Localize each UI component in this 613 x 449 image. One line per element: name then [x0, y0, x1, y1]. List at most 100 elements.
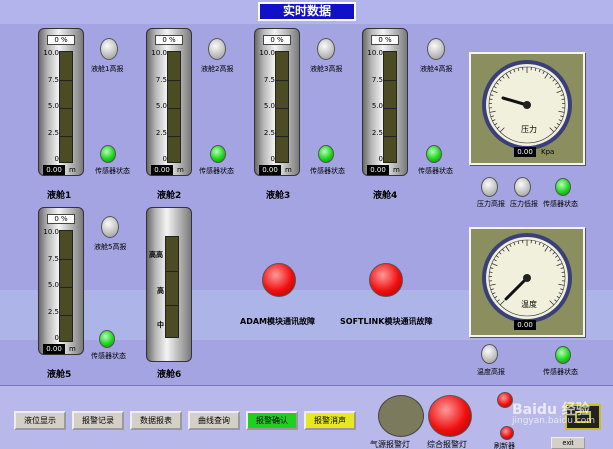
general-alarm-label: 综合报警灯	[427, 440, 467, 449]
watermark-url: jingyan.baidu.com	[512, 416, 596, 426]
temperature-sensor-label: 传感器状态	[543, 368, 578, 376]
scale-tick-label: 10.0	[151, 49, 167, 57]
pressure-readout: 0.00	[514, 147, 536, 157]
level-display-button[interactable]: 液位显示	[14, 411, 66, 430]
tank-5-alarm-label: 液舱5高报	[94, 243, 127, 251]
tank-3-label: 液舱3	[266, 191, 291, 201]
pressure-sensor-label: 传感器状态	[543, 200, 578, 208]
curve-query-button[interactable]: 曲线查询	[188, 411, 240, 430]
tank-2-level-bar	[167, 51, 181, 163]
tank-5-level-bar	[59, 230, 73, 342]
tank-1-scale: 10.0 7.5 5.0 2.5 0	[41, 49, 59, 163]
tank-6-level-channel	[165, 236, 179, 338]
pressure-low-lamp	[514, 177, 531, 197]
air-source-alarm-label: 气源报警灯	[370, 440, 410, 449]
temperature-high-lamp	[481, 344, 498, 364]
tank-6-gauge[interactable]: 高高 高 中	[146, 207, 192, 362]
tank-1-sensor-label: 传感器状态	[95, 167, 130, 175]
tank-5-alarm-lamp	[101, 216, 119, 238]
tank-3-gauge[interactable]: 0 % 10.0 7.5 5.0 2.5 0 0.00 m	[254, 28, 300, 176]
tank-3-level-bar	[275, 51, 289, 163]
scale-tick-label: 5.0	[371, 102, 383, 110]
tank-2-alarm-lamp	[208, 38, 226, 60]
scale-tick-label: 10.0	[43, 228, 59, 236]
tank-5-scale: 10.0 7.5 5.0 2.5 0	[41, 228, 59, 342]
tank-5-gauge[interactable]: 0 % 10.0 7.5 5.0 2.5 0 0.00 m	[38, 207, 84, 355]
scale-tick-label: 5.0	[155, 102, 167, 110]
scale-tick-label: 5.0	[263, 102, 275, 110]
softlink-fault-lamp	[369, 263, 403, 297]
tank-2-gauge[interactable]: 0 % 10.0 7.5 5.0 2.5 0 0.00 m	[146, 28, 192, 176]
refresh-lamp-1	[497, 392, 513, 408]
scale-tick-label: 10.0	[43, 49, 59, 57]
adam-fault-lamp	[262, 263, 296, 297]
tank-1-readout: 0.00	[43, 165, 65, 175]
tank-6-level-hihi: 高高	[149, 251, 163, 259]
tank-2-sensor-label: 传感器状态	[199, 167, 234, 175]
softlink-fault-label: SOFTLINK模块通讯故障	[340, 317, 433, 326]
tank-3-alarm-label: 液舱3高报	[310, 65, 343, 73]
alarm-ack-button[interactable]: 报警确认	[246, 411, 298, 430]
adam-fault-label: ADAM模块通讯故障	[240, 317, 315, 326]
general-alarm-lamp	[428, 395, 472, 437]
pressure-gauge-label: 压力	[521, 125, 537, 134]
tank-1-level-bar	[59, 51, 73, 163]
pressure-high-lamp	[481, 177, 498, 197]
alarm-log-button[interactable]: 报警记录	[72, 411, 124, 430]
tank-6-level-hi: 高	[157, 287, 164, 295]
temperature-high-label: 温度高报	[477, 368, 505, 376]
tank-2-label: 液舱2	[157, 191, 182, 201]
temperature-gauge-label: 温度	[521, 300, 537, 309]
pressure-unit: Kpa	[541, 148, 555, 156]
tank-4-alarm-lamp	[427, 38, 445, 60]
tank-2-readout: 0.00	[151, 165, 173, 175]
exit-button[interactable]: exit	[551, 437, 585, 449]
temperature-sensor-lamp	[555, 346, 571, 364]
scale-tick-label: 7.5	[155, 75, 167, 84]
scale-tick-label: 2.5	[47, 307, 59, 316]
tank-2-alarm-label: 液舱2高报	[201, 65, 234, 73]
data-report-button[interactable]: 数据报表	[130, 411, 182, 430]
tank-5-sensor-label: 传感器状态	[91, 352, 126, 360]
tank-1-alarm-label: 液舱1高报	[91, 65, 124, 73]
tank-1-gauge[interactable]: 0 % 10.0 7.5 5.0 2.5 0 0.00 m	[38, 28, 84, 176]
tank-4-unit: m	[393, 166, 400, 174]
temperature-readout: 0.00	[514, 320, 536, 330]
tank-5-label: 液舱5	[47, 370, 72, 380]
pressure-high-label: 压力高报	[477, 200, 505, 208]
tank-6-label: 液舱6	[157, 370, 182, 380]
tank-4-alarm-label: 液舱4高报	[420, 65, 453, 73]
tank-4-readout: 0.00	[367, 165, 389, 175]
scale-tick-label: 2.5	[371, 128, 383, 137]
scale-tick-label: 7.5	[47, 254, 59, 263]
tank-4-scale: 10.0 7.5 5.0 2.5 0	[365, 49, 383, 163]
tank-1-alarm-lamp	[100, 38, 118, 60]
tank-5-percent: 0 %	[47, 214, 75, 224]
tank-3-sensor-lamp	[318, 145, 334, 163]
scale-tick-label: 2.5	[263, 128, 275, 137]
pressure-low-label: 压力低报	[510, 200, 538, 208]
tank-3-scale: 10.0 7.5 5.0 2.5 0	[257, 49, 275, 163]
scale-tick-label: 10.0	[367, 49, 383, 57]
scale-tick-label: 7.5	[263, 75, 275, 84]
pressure-gauge: 压力 0.00 Kpa	[469, 52, 585, 165]
scale-tick-label: 5.0	[47, 102, 59, 110]
alarm-silence-button[interactable]: 报警消声	[304, 411, 356, 430]
scale-tick-label: 7.5	[371, 75, 383, 84]
scale-tick-label: 10.0	[259, 49, 275, 57]
tank-2-scale: 10.0 7.5 5.0 2.5 0	[149, 49, 167, 163]
tank-4-sensor-lamp	[426, 145, 442, 163]
tank-4-gauge[interactable]: 0 % 10.0 7.5 5.0 2.5 0 0.00 m	[362, 28, 408, 176]
scale-tick-label: 7.5	[47, 75, 59, 84]
tank-4-level-bar	[383, 51, 397, 163]
tank-5-sensor-lamp	[99, 330, 115, 348]
tank-3-percent: 0 %	[263, 35, 291, 45]
tank-6-level-mid: 中	[157, 321, 164, 329]
tank-1-label: 液舱1	[47, 191, 72, 201]
tank-1-sensor-lamp	[100, 145, 116, 163]
tank-3-alarm-lamp	[317, 38, 335, 60]
page-title: 实时数据	[258, 2, 356, 21]
tank-2-unit: m	[177, 166, 184, 174]
tank-3-sensor-label: 传感器状态	[310, 167, 345, 175]
tank-5-readout: 0.00	[43, 344, 65, 354]
